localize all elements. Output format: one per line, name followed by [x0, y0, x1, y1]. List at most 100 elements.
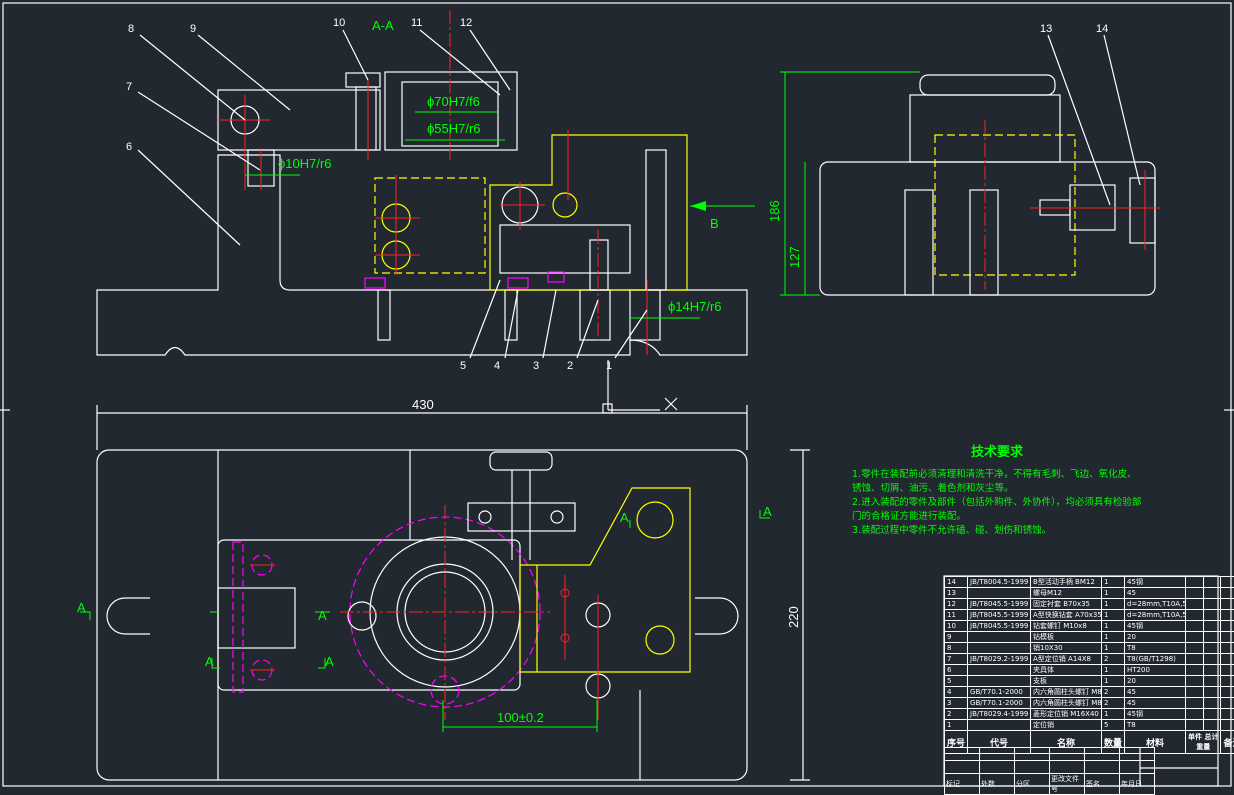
table-cell: GB/T70.1-2000 [968, 687, 1031, 698]
table-cell: 9 [945, 632, 968, 643]
table-cell: 2 [1102, 687, 1125, 698]
callout-7: 7 [126, 81, 132, 93]
table-row: 7JB/T8029.2-1999A型定位销 A14X82T8(GB/T1298) [945, 654, 1234, 665]
table-cell [1221, 632, 1234, 643]
table-cell: 1 [1102, 643, 1125, 654]
column-header: 总计 [1204, 733, 1218, 741]
table-row: 13 螺母M12145 [945, 588, 1234, 599]
table-cell: A型快换钻套 A70x35 [1031, 610, 1102, 621]
height-total-dim: 186 [767, 200, 782, 222]
table-cell: 1 [1102, 610, 1125, 621]
section-mark: A [620, 510, 629, 525]
table-cell [1203, 599, 1221, 610]
revision-header: 处数 [980, 774, 1015, 795]
table-cell: 螺母M12 [1031, 588, 1102, 599]
table-cell [968, 720, 1031, 731]
table-cell: B型活动手柄 BM12 [1031, 577, 1102, 588]
table-cell: 内六角圆柱头螺钉 M8X18 [1031, 698, 1102, 709]
table-cell: 钻套螺钉 M10x8 [1031, 621, 1102, 632]
table-cell [968, 632, 1031, 643]
revision-header: 签名 [1085, 774, 1120, 795]
table-cell [1221, 709, 1234, 720]
table-row: 2JB/T8029.4-1999菱形定位销 M16X40145钢 [945, 709, 1234, 720]
table-row: 10JB/T8045.5-1999钻套螺钉 M10x8145钢 [945, 621, 1234, 632]
table-row: 5支板120 [945, 676, 1234, 687]
table-cell: 1 [945, 720, 968, 731]
table-row: 3GB/T70.1-2000内六角圆柱头螺钉 M8X18245 [945, 698, 1234, 709]
table-cell [1186, 654, 1204, 665]
table-cell [1221, 665, 1234, 676]
table-cell: JB/T8045.5-1999 [968, 621, 1031, 632]
spacing-dim: 100±0.2 [497, 710, 544, 725]
table-cell [1203, 577, 1221, 588]
fit-10-label: ϕ10H7/r6 [278, 156, 332, 171]
callout-14: 14 [1096, 23, 1108, 35]
column-header: 重量 [1196, 743, 1210, 751]
callout-3: 3 [533, 360, 539, 372]
table-cell [1186, 698, 1204, 709]
callout-6: 6 [126, 141, 132, 153]
technical-requirements: 技术要求 1.零件在装配前必须清理和清洗干净，不得有毛刺、飞边、氧化皮、锈蚀、切… [852, 446, 1142, 538]
table-cell [968, 643, 1031, 654]
table-cell: 定位销 [1031, 720, 1102, 731]
table-row: 9钻模板120 [945, 632, 1234, 643]
table-cell [1221, 654, 1234, 665]
parts-list: 14JB/T8004.5-1999B型活动手柄 BM12145钢13螺母M121… [944, 576, 1234, 754]
table-cell [1186, 687, 1204, 698]
table-cell: 45 [1125, 588, 1186, 599]
table-cell: 14 [945, 577, 968, 588]
table-cell: 1 [1102, 632, 1125, 643]
callout-2: 2 [567, 360, 573, 372]
section-mark: A [325, 654, 334, 669]
table-cell [1221, 698, 1234, 709]
table-cell [968, 588, 1031, 599]
callout-4: 4 [494, 360, 500, 372]
tech-item: 2.进入装配的零件及部件（包括外购件、外协件），均必须具有检验部门的合格证方能进… [852, 496, 1142, 524]
table-cell [1186, 588, 1204, 599]
view-b-label: B [710, 216, 719, 231]
table-cell: 10 [945, 621, 968, 632]
table-cell: JB/T8029.2-1999 [968, 654, 1031, 665]
table-cell [1186, 599, 1204, 610]
column-header: 单件 [1188, 733, 1202, 741]
table-cell [1203, 588, 1221, 599]
table-cell [1203, 709, 1221, 720]
table-row: 4GB/T70.1-2000内六角圆柱头螺钉 M8X16245 [945, 687, 1234, 698]
table-cell: 2 [1102, 654, 1125, 665]
table-cell [968, 676, 1031, 687]
table-cell: 45 [1125, 698, 1186, 709]
table-cell: 钻模板 [1031, 632, 1102, 643]
table-cell [1221, 621, 1234, 632]
table-cell: T8(GB/T1298) [1125, 654, 1186, 665]
table-cell: 13 [945, 588, 968, 599]
table-cell: 45 [1125, 687, 1186, 698]
table-cell [1203, 643, 1221, 654]
table-cell: 内六角圆柱头螺钉 M8X16 [1031, 687, 1102, 698]
table-cell: 1 [1102, 709, 1125, 720]
table-cell: HT200 [1125, 665, 1186, 676]
table-cell [1221, 643, 1234, 654]
table-cell: 2 [945, 709, 968, 720]
table-cell: JB/T8045.5-1999 [968, 599, 1031, 610]
table-cell: 支板 [1031, 676, 1102, 687]
side-view: 186 127 [767, 72, 1160, 295]
table-cell: 1 [1102, 577, 1125, 588]
column-header: 备注 [1221, 731, 1234, 754]
table-cell [1221, 676, 1234, 687]
table-cell: 1 [1102, 588, 1125, 599]
table-cell [1203, 654, 1221, 665]
tech-item: 1.零件在装配前必须清理和清洗干净，不得有毛刺、飞边、氧化皮、锈蚀、切屑、油污、… [852, 468, 1142, 496]
weight-header: 单件 总计重量 [1186, 731, 1221, 754]
callout-13: 13 [1040, 23, 1052, 35]
revision-header: 分区 [1015, 774, 1050, 795]
table-cell: d=28mm,T10A,58-64HRC [1125, 599, 1186, 610]
table-cell: T8 [1125, 720, 1186, 731]
part-callouts: 8 9 10 11 12 7 6 5 4 3 2 1 13 14 [126, 17, 1108, 372]
table-cell: 6 [945, 665, 968, 676]
table-cell: JB/T8045.5-1999 [968, 610, 1031, 621]
table-cell [1186, 621, 1204, 632]
table-cell: T8 [1125, 643, 1186, 654]
table-cell: 菱形定位销 M16X40 [1031, 709, 1102, 720]
section-mark: A [318, 608, 327, 623]
section-title: A-A [372, 18, 394, 33]
